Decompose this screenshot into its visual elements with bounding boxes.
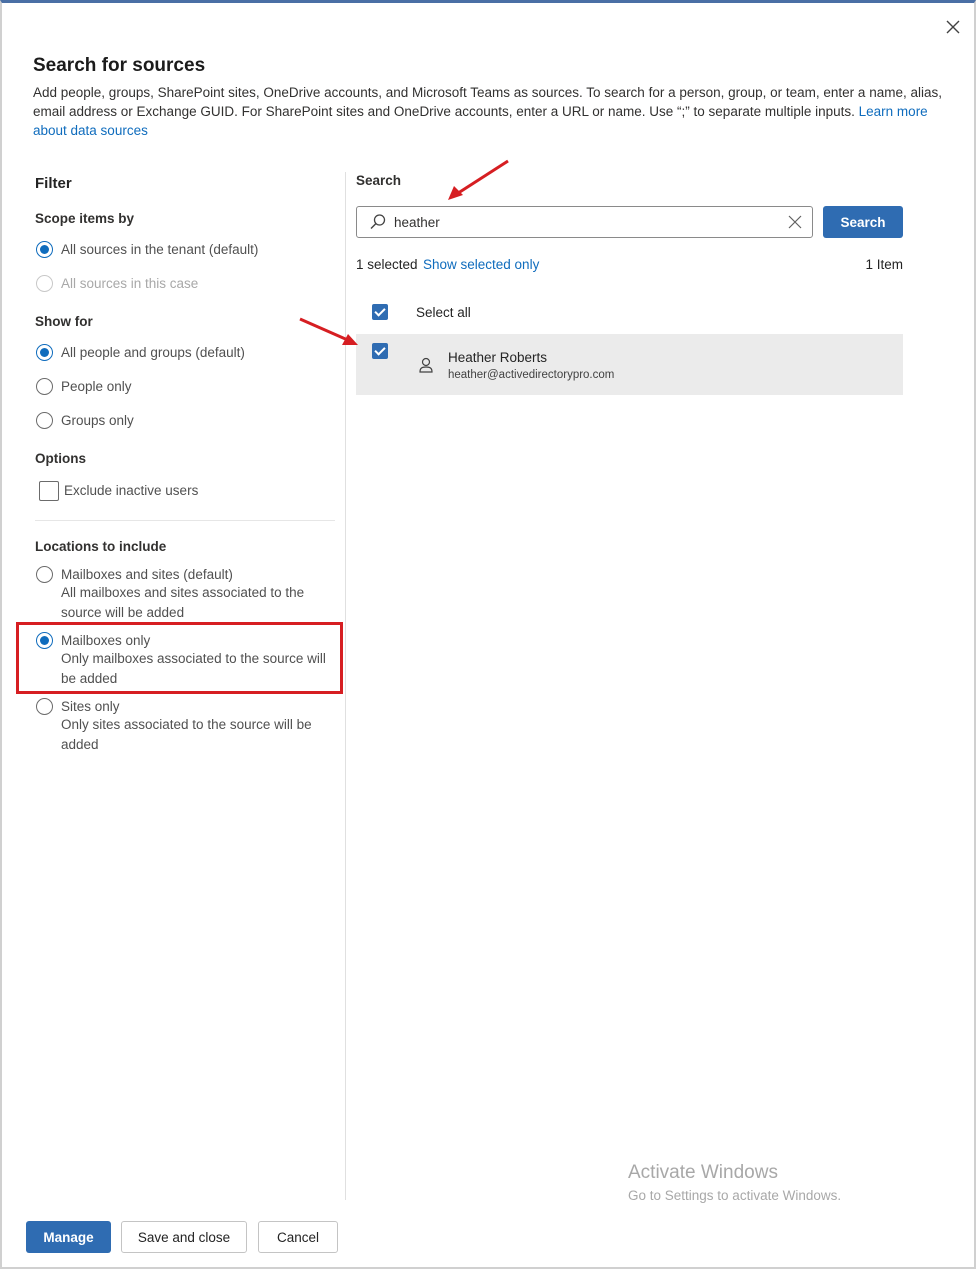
radio-checked-icon (36, 632, 53, 649)
search-button[interactable]: Search (823, 206, 903, 238)
scope-option-tenant[interactable]: All sources in the tenant (default) (36, 241, 258, 258)
close-button[interactable] (940, 14, 966, 40)
search-label: Search (356, 173, 402, 188)
show-for-option-people[interactable]: People only (36, 378, 132, 395)
search-icon (370, 214, 386, 229)
filter-divider (35, 520, 335, 521)
cancel-button[interactable]: Cancel (258, 1221, 338, 1253)
show-selected-link[interactable]: Show selected only (423, 257, 539, 272)
checkbox-checked-icon[interactable] (372, 343, 388, 359)
panel-divider (345, 172, 346, 1200)
show-for-option-all[interactable]: All people and groups (default) (36, 344, 245, 361)
radio-unchecked-icon (36, 412, 53, 429)
show-for-label: Show for (35, 314, 93, 329)
radio-unchecked-icon (36, 378, 53, 395)
close-icon (946, 20, 960, 34)
options-label: Options (35, 451, 86, 466)
show-for-option-groups[interactable]: Groups only (36, 412, 134, 429)
manage-button[interactable]: Manage (26, 1221, 111, 1253)
radio-disabled-icon (36, 275, 53, 292)
radio-unchecked-icon (36, 566, 53, 583)
location-option-mailboxes-and-sites[interactable]: Mailboxes and sites (default) All mailbo… (36, 566, 321, 622)
locations-label: Locations to include (35, 539, 167, 554)
dialog-description: Add people, groups, SharePoint sites, On… (33, 85, 942, 138)
activate-windows-subtitle: Go to Settings to activate Windows. (628, 1188, 842, 1203)
activate-windows-title: Activate Windows (628, 1162, 778, 1183)
selected-count: 1 selected (356, 257, 418, 272)
select-all-checkbox[interactable]: Select all (372, 304, 471, 320)
location-option-sites-only[interactable]: Sites only Only sites associated to the … (36, 698, 331, 754)
result-row[interactable]: Heather Roberts heather@activedirectoryp… (356, 334, 903, 395)
filter-title: Filter (35, 175, 72, 192)
radio-checked-icon (36, 344, 53, 361)
checkbox-unchecked-icon (39, 481, 59, 501)
result-name: Heather Roberts (448, 350, 548, 365)
exclude-inactive-checkbox[interactable]: Exclude inactive users (39, 481, 198, 501)
save-and-close-button[interactable]: Save and close (121, 1221, 247, 1253)
clear-icon[interactable] (787, 214, 803, 230)
radio-checked-icon (36, 241, 53, 258)
scope-option-case: All sources in this case (36, 275, 198, 292)
result-email: heather@activedirectorypro.com (448, 369, 615, 381)
search-input[interactable] (394, 214, 774, 230)
location-option-mailboxes-only[interactable]: Mailboxes only Only mailboxes associated… (36, 632, 341, 688)
scope-label: Scope items by (35, 211, 135, 226)
item-count: 1 Item (865, 257, 903, 272)
search-box[interactable] (356, 206, 813, 238)
radio-unchecked-icon (36, 698, 53, 715)
dialog-title: Search for sources (33, 55, 206, 76)
checkbox-checked-icon (372, 304, 388, 320)
person-icon (419, 357, 433, 373)
